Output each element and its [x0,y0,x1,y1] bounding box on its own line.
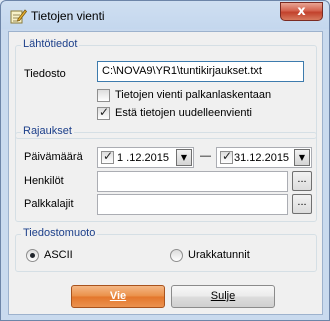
check-icon: ✓ [103,149,114,163]
radio-selected-dot [30,253,35,258]
close-window-button[interactable]: x [280,2,323,21]
checkbox-prevent-reexport-label: Estä tietojen uudelleenvienti [115,107,252,119]
radio-circle[interactable] [26,249,39,262]
checkbox-payroll-export[interactable]: Tietojen vienti palkanlaskentaan [97,89,297,103]
check-icon: ✓ [99,105,110,119]
persons-input[interactable] [97,171,288,192]
date-range-separator: — [200,150,211,162]
paytypes-label: Palkkalajit [24,198,74,210]
checkbox-payroll-export-label: Tietojen vienti palkanlaskentaan [115,89,272,101]
radio-piecework-hours-label: Urakkatunnit [188,249,250,261]
export-button-label: Vie [109,290,127,302]
dialog-window: Tietojen vienti x Lähtötiedot Tiedosto C… [0,0,330,321]
persons-label: Henkilöt [24,175,64,187]
date-to-checkbox[interactable]: ✓ [220,149,233,164]
chevron-down-icon[interactable]: ▼ [176,149,192,166]
window-title: Tietojen vienti [31,9,105,23]
chevron-down-icon[interactable]: ▼ [294,149,310,166]
date-to-value: 31.12.2015 [234,152,290,164]
close-icon: x [297,4,306,19]
date-from-checkbox[interactable]: ✓ [101,149,114,164]
export-button[interactable]: Vie [71,285,165,308]
check-icon: ✓ [222,149,233,163]
checkbox-prevent-reexport[interactable]: ✓ Estä tietojen uudelleenvienti [97,105,297,121]
paytypes-input[interactable] [97,194,288,215]
title-bar[interactable]: Tietojen vienti x [1,1,329,31]
file-label: Tiedosto [24,68,66,80]
notepad-pencil-icon [9,8,28,24]
filters-group: Rajaukset Päivämäärä ✓ 1 .12.2015 ▼ — ✓ … [15,125,317,222]
format-group-legend: Tiedostomuoto [21,227,98,239]
date-from-value: 1 .12.2015 [117,152,169,164]
date-from-picker[interactable]: ✓ 1 .12.2015 ▼ [97,147,194,168]
paytypes-browse-button[interactable]: ... [292,194,312,214]
date-label: Päivämäärä [24,151,83,163]
filters-group-legend: Rajaukset [21,125,74,137]
checkbox-box[interactable]: ✓ [97,105,110,120]
persons-browse-button[interactable]: ... [292,171,312,191]
radio-circle[interactable] [170,249,183,262]
checkbox-box[interactable] [97,89,110,102]
radio-piecework-hours[interactable]: Urakkatunnit [170,249,280,263]
file-path-input[interactable]: C:\NOVA9\YR1\tuntikirjaukset.txt [97,61,304,82]
dialog-body: Lähtötiedot Tiedosto C:\NOVA9\YR1\tuntik… [8,31,323,315]
close-button[interactable]: Sulje [171,285,275,308]
format-group: Tiedostomuoto ASCII Urakkatunnit [15,227,317,272]
source-group-legend: Lähtötiedot [21,38,80,50]
date-to-picker[interactable]: ✓ 31.12.2015 ▼ [216,147,312,168]
close-button-label: Sulje [210,290,236,302]
radio-ascii-label: ASCII [44,249,73,261]
radio-ascii[interactable]: ASCII [26,249,116,263]
